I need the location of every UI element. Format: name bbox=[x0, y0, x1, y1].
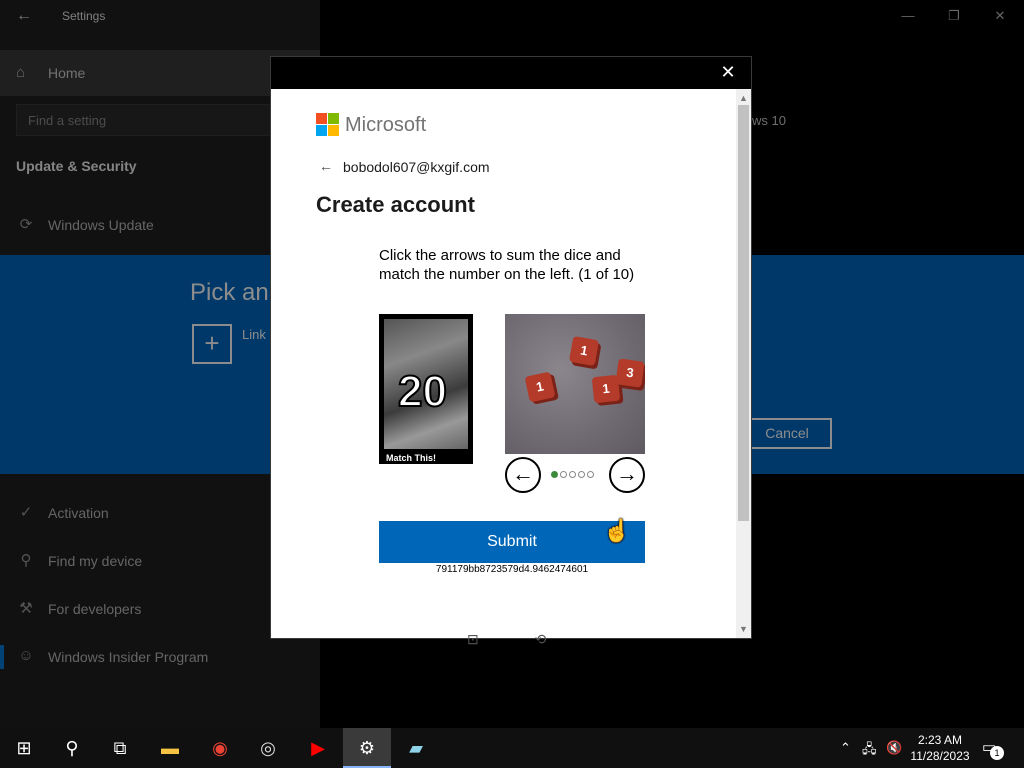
carousel-dot bbox=[587, 471, 594, 478]
search-placeholder: Find a setting bbox=[28, 113, 107, 128]
carousel-dot bbox=[551, 471, 558, 478]
dice-image: 1 1 1 3 bbox=[505, 314, 645, 454]
back-arrow-icon[interactable]: ← bbox=[319, 158, 333, 174]
maximize-icon[interactable]: ❐ bbox=[931, 2, 977, 30]
chevron-down-icon[interactable]: ▼ bbox=[736, 622, 751, 636]
captcha-instructions: Click the arrows to sum the dice and mat… bbox=[379, 247, 635, 283]
insider-cat-icon: ☺ bbox=[18, 647, 34, 664]
next-arrow-button[interactable]: → bbox=[609, 457, 645, 493]
carousel-dot bbox=[560, 471, 567, 478]
target-background: 20 bbox=[384, 319, 468, 449]
scroll-thumb[interactable] bbox=[738, 105, 749, 521]
link-label: Link bbox=[242, 327, 266, 342]
check-circle-icon: ✓ bbox=[19, 504, 33, 521]
clock-time: 2:23 AM bbox=[917, 733, 963, 747]
chrome-icon[interactable]: ◉ bbox=[196, 728, 244, 768]
captcha-token: 791179bb8723579d4.9462474601 bbox=[435, 564, 589, 575]
selected-indicator bbox=[0, 645, 4, 669]
close-icon[interactable]: ✕ bbox=[717, 62, 739, 83]
refresh-icon: ⟳ bbox=[19, 216, 33, 233]
carousel-dots bbox=[551, 465, 596, 483]
window-title: Settings bbox=[62, 9, 106, 23]
dialog-scrollbar[interactable]: ▲ ▼ bbox=[736, 89, 751, 638]
sidebar-item-label: Windows Update bbox=[48, 217, 154, 233]
chevron-up-icon[interactable]: ▲ bbox=[736, 91, 751, 105]
task-view-icon[interactable]: ⧉ bbox=[96, 728, 144, 768]
brand-name: Microsoft bbox=[345, 114, 427, 136]
windows-version-text: ws 10 bbox=[752, 113, 786, 128]
target-number: 20 bbox=[397, 366, 448, 417]
banner-heading: Pick an bbox=[190, 279, 269, 306]
person-pin-icon: ⚲ bbox=[20, 552, 32, 569]
page-title: Create account bbox=[316, 192, 475, 217]
youtube-icon[interactable]: ▶ bbox=[294, 728, 342, 768]
sidebar-item-windows-insider[interactable]: ☺ Windows Insider Program bbox=[0, 637, 320, 677]
sidebar-item-label: For developers bbox=[48, 601, 142, 617]
accessibility-icons: ⊡ ⟲ bbox=[467, 631, 546, 648]
settings-titlebar: ← Settings — ❐ ✕ bbox=[0, 0, 1024, 32]
file-explorer-icon[interactable]: ▬ bbox=[146, 728, 194, 768]
search-icon[interactable]: ⚲ bbox=[48, 728, 96, 768]
start-icon[interactable]: ⊞ bbox=[0, 728, 48, 768]
settings-icon[interactable]: ⚙ bbox=[343, 728, 391, 768]
desktop-screen: ← Settings — ❐ ✕ ⌂ Home Find a setting U… bbox=[0, 0, 1024, 768]
create-account-dialog: ✕ ▲ ▼ Microsoft ← bobodol607@kxgif.com C… bbox=[270, 56, 752, 647]
volume-muted-icon[interactable]: 🔇 bbox=[886, 740, 902, 756]
add-account-button[interactable]: + bbox=[192, 324, 232, 364]
nav-home-label: Home bbox=[48, 65, 86, 81]
sidebar-item-label: Windows Insider Program bbox=[48, 649, 209, 665]
developer-tools-icon: ⚒ bbox=[19, 600, 33, 617]
back-arrow-icon[interactable]: ← bbox=[10, 4, 38, 28]
section-title: Update & Security bbox=[16, 158, 137, 174]
die: 1 bbox=[524, 371, 556, 403]
dialog-titlebar: ✕ bbox=[271, 57, 751, 89]
die: 1 bbox=[568, 335, 600, 367]
notification-badge: 1 bbox=[990, 746, 1004, 760]
cancel-button[interactable]: Cancel bbox=[742, 418, 832, 449]
captcha-target-image: 20 Match This! bbox=[379, 314, 473, 464]
system-clock[interactable]: 2:23 AM 11/28/2023 bbox=[905, 732, 975, 764]
notepad-icon[interactable]: ▰ bbox=[392, 728, 440, 768]
home-icon: ⌂ bbox=[16, 64, 26, 81]
account-email: bobodol607@kxgif.com bbox=[343, 159, 490, 175]
taskbar: ⊞ ⚲ ⧉ ▬ ◉ ◎ ▶ ⚙ ▰ ⌃ 🖧 🔇 2:23 AM 11/28/20… bbox=[0, 728, 1024, 768]
search-input[interactable]: Find a setting bbox=[16, 104, 286, 136]
obs-icon[interactable]: ◎ bbox=[244, 728, 292, 768]
carousel-dot bbox=[569, 471, 576, 478]
hand-cursor-icon: ☝ bbox=[603, 518, 631, 543]
clock-date: 11/28/2023 bbox=[910, 749, 970, 763]
refresh-challenge-icon[interactable]: ⟲ bbox=[535, 631, 547, 647]
minimize-icon[interactable]: — bbox=[885, 2, 931, 30]
close-window-icon[interactable]: ✕ bbox=[977, 2, 1023, 30]
microsoft-logo-icon bbox=[316, 113, 340, 137]
network-icon[interactable]: 🖧 bbox=[862, 740, 877, 762]
sidebar-item-label: Activation bbox=[48, 505, 109, 521]
target-label: Match This! bbox=[386, 453, 437, 463]
chevron-up-icon[interactable]: ⌃ bbox=[840, 740, 851, 756]
previous-arrow-button[interactable]: ← bbox=[505, 457, 541, 493]
die: 3 bbox=[615, 358, 645, 388]
carousel-dot bbox=[578, 471, 585, 478]
sidebar-item-label: Find my device bbox=[48, 553, 143, 569]
audio-challenge-icon[interactable]: ⊡ bbox=[467, 631, 479, 647]
